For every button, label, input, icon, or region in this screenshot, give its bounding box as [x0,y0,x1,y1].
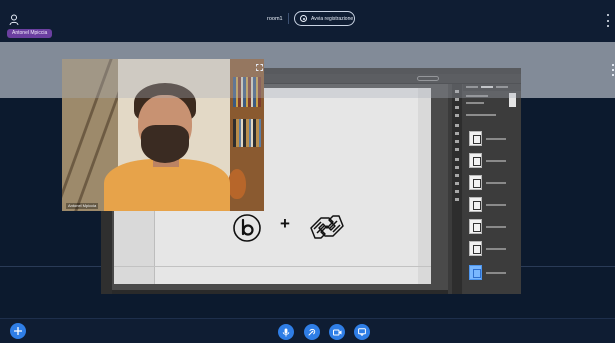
ps-icon-strip [452,84,462,294]
plus-icon [14,327,22,335]
ps-status-bar [112,290,448,294]
record-icon [300,15,307,22]
layer-thumb [469,175,482,190]
start-recording-button[interactable]: Avvia registrazione [294,11,355,26]
chat-icon [358,328,366,336]
microphone-icon [282,328,290,336]
participant-name-chip: Antonel Mpiccia [7,29,53,38]
room-title: room1 [267,16,283,22]
main-stage: + Antonel Mpiccia [0,42,615,318]
user-icon[interactable] [9,14,19,26]
camera-icon [332,329,341,335]
start-recording-label: Avvia registrazione [311,15,354,22]
layer-thumb [469,197,482,212]
camera-button[interactable] [329,324,345,340]
video-tile-name-label: Antonel Mpiccia [66,203,99,209]
header-divider [288,13,289,24]
bottom-control-bar [0,318,615,343]
layer-thumb-selected [469,265,482,280]
screen-share-icon [308,328,316,336]
ps-guide-horizontal [114,266,431,267]
chain-link-logo-icon [307,212,347,247]
plus-sign-icon: + [280,214,290,233]
layer-thumb [469,219,482,234]
ps-layers-panel [463,84,521,294]
top-bar: Antonel Mpiccia room1 Avvia registrazion… [0,0,615,42]
side-panel-handle-icon[interactable] [612,64,614,76]
screen-share-button[interactable] [304,324,320,340]
b-logo-icon [232,213,262,248]
top-translucent-overlay [0,42,615,98]
expand-icon[interactable] [256,58,263,71]
layer-thumb [469,153,482,168]
add-button[interactable] [10,323,26,339]
chat-button[interactable] [354,324,370,340]
microphone-button[interactable] [278,324,294,340]
layer-thumb [469,131,482,146]
kebab-menu-icon[interactable] [605,14,611,27]
layer-thumb [469,241,482,256]
